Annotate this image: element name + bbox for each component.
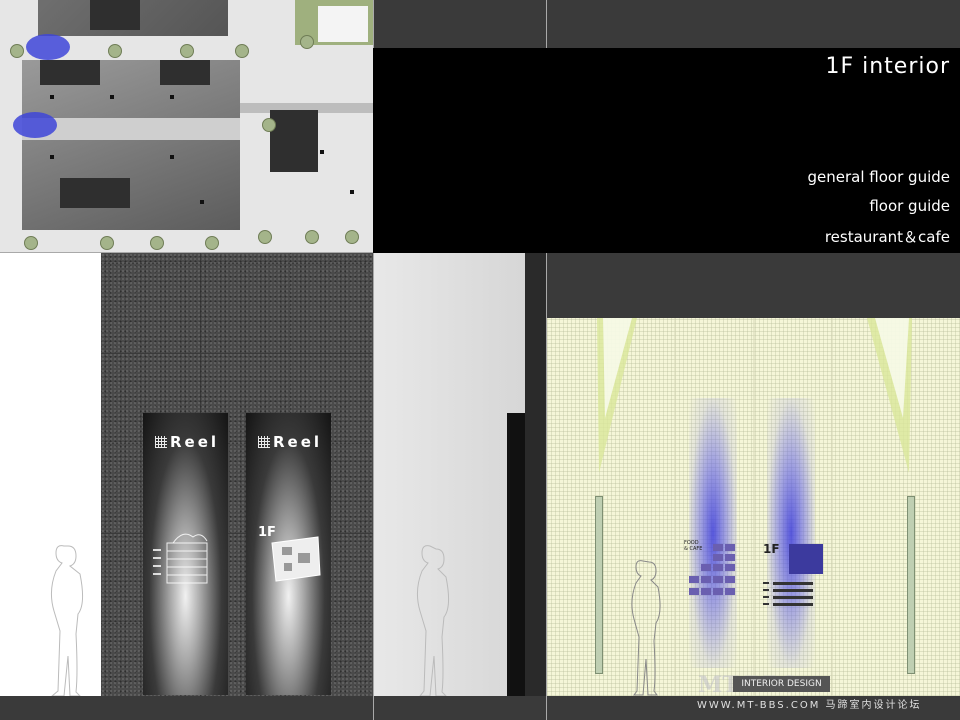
column [320, 150, 324, 154]
glass-post-left [595, 496, 603, 674]
page-title: 1F interior [825, 54, 950, 79]
column [200, 200, 204, 204]
tree-icon [205, 236, 219, 250]
sign-logo: Reel [258, 433, 322, 451]
granite-wall [101, 253, 373, 696]
floor-map-icon [271, 536, 321, 582]
plan-core-2 [160, 60, 210, 85]
plan-core-3 [60, 178, 130, 208]
sign-logo: Reel [155, 433, 219, 451]
directory-sign-right: Reel 1F [246, 413, 331, 695]
column [170, 155, 174, 159]
tree-icon [235, 44, 249, 58]
menu-item-restaurant-cafe[interactable]: restaurant＆cafe [825, 226, 950, 247]
sign-logo-text: Reel [273, 433, 323, 451]
watermark-site: WWW.MT-BBS.COM 马蹄室内设计论坛 [697, 700, 922, 711]
sign-logo-text: Reel [170, 433, 220, 451]
tree-icon [300, 35, 314, 49]
side-sign-profile [507, 413, 525, 696]
plan-main-building [22, 60, 240, 230]
tree-icon [100, 236, 114, 250]
column [50, 95, 54, 99]
light-beam [767, 398, 815, 668]
column [350, 190, 354, 194]
tree-icon [258, 230, 272, 244]
tree-icon [345, 230, 359, 244]
plan-pavilion [318, 6, 368, 42]
directory-grid-icon [689, 544, 735, 595]
tree-icon [180, 44, 194, 58]
plan-marker-1 [26, 34, 70, 60]
column [50, 155, 54, 159]
plan-core-1 [40, 60, 100, 85]
building-section-icon [153, 533, 208, 584]
glass-post-right [907, 496, 915, 674]
person-silhouette-icon [416, 545, 450, 696]
watermark-badge: INTERIOR DESIGN [733, 676, 830, 692]
site-plan [0, 0, 373, 252]
light-beam [689, 398, 737, 668]
floor-directory-icon [763, 544, 823, 606]
person-silhouette-icon [50, 545, 84, 696]
tree-icon [10, 44, 24, 58]
tree-icon [305, 230, 319, 244]
menu-item-floor-guide[interactable]: floor guide [869, 197, 950, 215]
tree-icon [262, 118, 276, 132]
directory-sign-left: Reel [143, 413, 228, 695]
plan-core-4 [270, 110, 318, 172]
elevation-frame [597, 318, 912, 696]
grid-icon [155, 436, 167, 448]
column [170, 95, 174, 99]
interior-elevation: FOOD & CAFE 1F [547, 318, 960, 696]
menu-item-general-floor-guide[interactable]: general floor guide [808, 168, 950, 186]
person-silhouette-icon [631, 560, 661, 696]
side-wall-edge [525, 253, 546, 696]
column [110, 95, 114, 99]
tree-icon [150, 236, 164, 250]
tree-icon [24, 236, 38, 250]
tree-icon [108, 44, 122, 58]
plan-marker-2 [13, 112, 57, 138]
plan-north-core [90, 0, 140, 30]
grid-icon [258, 436, 270, 448]
title-panel: 1F interior general floor guide floor gu… [373, 48, 960, 253]
